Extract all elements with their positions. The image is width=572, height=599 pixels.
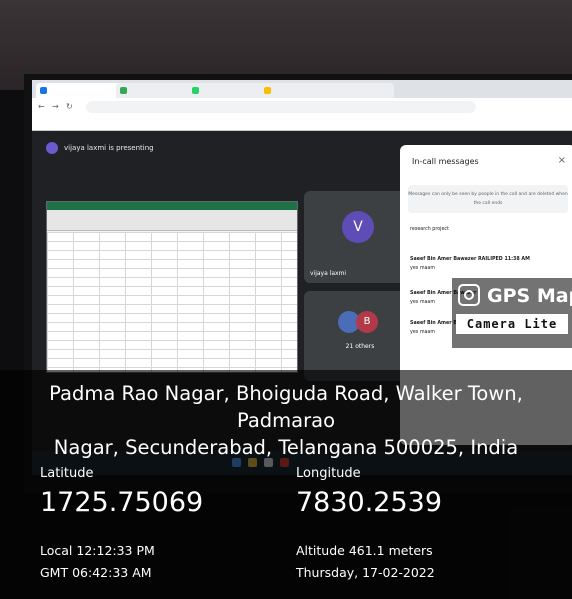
- bookmarks-bar: [32, 116, 572, 131]
- latitude-value: 1725.75069: [40, 487, 204, 518]
- participant-name: vijaya laxmi: [310, 270, 347, 277]
- address-line-2: Nagar, Secunderabad, Telangana 500025, I…: [53, 436, 519, 459]
- forward-arrow-icon[interactable]: →: [52, 101, 59, 113]
- presenting-text: vijaya laxmi is presenting: [64, 144, 154, 152]
- badge-subtitle: Camera Lite: [456, 314, 568, 334]
- panel-note: Messages can only be seen by people in t…: [408, 185, 568, 213]
- address-text: Padma Rao Nagar, Bhoiguda Road, Walker T…: [12, 380, 560, 461]
- participant-avatar: V: [342, 211, 374, 243]
- local-time: Local 12:12:33 PM: [40, 543, 155, 558]
- chat-message: yes maam: [410, 330, 436, 335]
- camera-lens-icon: [458, 284, 480, 306]
- tab-favicon-icon: [40, 87, 47, 94]
- badge-title: GPS Map: [487, 285, 572, 307]
- photo-frame: ← → ↻ vijaya laxmi is presenting V vijay…: [0, 0, 572, 599]
- longitude-value: 7830.2539: [296, 487, 443, 518]
- others-avatar: B: [356, 311, 378, 333]
- panel-title: In-call messages: [412, 157, 479, 166]
- altitude: Altitude 461.1 meters: [296, 543, 433, 558]
- tab-favicon-icon: [192, 87, 199, 94]
- reload-icon[interactable]: ↻: [66, 101, 73, 113]
- longitude-label: Longitude: [296, 466, 361, 481]
- latitude-label: Latitude: [40, 466, 94, 481]
- browser-tab-strip: [32, 80, 572, 98]
- shared-screen: [46, 201, 298, 373]
- tab-favicon-icon: [120, 87, 127, 94]
- browser-tab[interactable]: [36, 83, 128, 98]
- date: Thursday, 17-02-2022: [296, 565, 435, 580]
- spreadsheet-ribbon: [47, 210, 297, 231]
- chat-message: yes maam: [410, 300, 436, 305]
- address-line-1: Padma Rao Nagar, Bhoiguda Road, Walker T…: [49, 382, 523, 432]
- chat-message: yes maam: [410, 266, 436, 271]
- address-bar-row: ← → ↻: [32, 98, 572, 116]
- chat-message: research project: [410, 227, 449, 232]
- presenter-avatar-icon: [46, 142, 58, 154]
- back-arrow-icon[interactable]: ←: [38, 101, 45, 113]
- url-field[interactable]: [86, 101, 476, 113]
- gps-map-camera-badge: GPS Map Camera Lite: [452, 278, 572, 348]
- browser-tab[interactable]: [260, 83, 394, 98]
- close-icon[interactable]: ×: [558, 155, 566, 166]
- tab-favicon-icon: [264, 87, 271, 94]
- presenting-banner: vijaya laxmi is presenting: [46, 141, 154, 155]
- spreadsheet-titlebar: [47, 202, 297, 210]
- gmt-time: GMT 06:42:33 AM: [40, 565, 152, 580]
- spreadsheet-grid: [47, 232, 297, 372]
- chat-message: Saeef Bin Amer Bawazer RAILIPED 11:38 AM: [410, 257, 530, 262]
